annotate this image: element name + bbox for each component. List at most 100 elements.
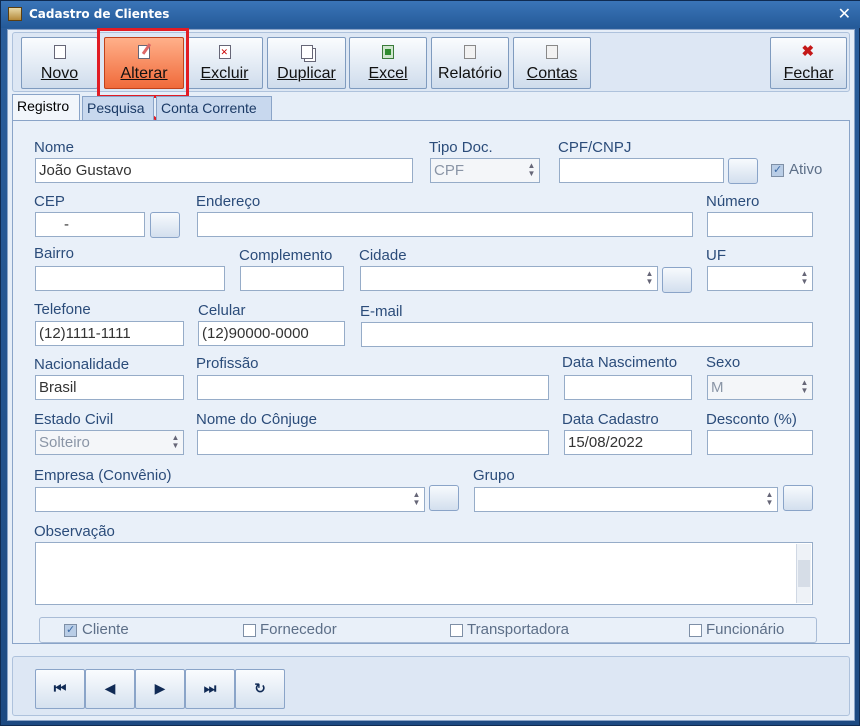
novo-label: Novo bbox=[40, 65, 79, 82]
cep-input[interactable]: - bbox=[35, 212, 145, 237]
grupo-label: Grupo bbox=[473, 467, 515, 484]
email-label: E-mail bbox=[360, 303, 403, 320]
telefone-label: Telefone bbox=[34, 301, 91, 318]
prev-icon: ◀ bbox=[104, 681, 116, 697]
excel-icon bbox=[382, 45, 394, 59]
desconto-label: Desconto (%) bbox=[706, 411, 797, 428]
cpf-cnpj-input[interactable] bbox=[559, 158, 724, 183]
sexo-select[interactable]: M ▲ ▼ bbox=[707, 375, 813, 400]
refresh-button[interactable]: ↻ bbox=[235, 669, 285, 709]
spinner-icon: ▲ ▼ bbox=[765, 490, 774, 507]
excel-button[interactable]: Excel bbox=[349, 37, 427, 89]
estado-civil-select[interactable]: Solteiro ▲ ▼ bbox=[35, 430, 184, 455]
profissao-input[interactable] bbox=[197, 375, 549, 400]
scrollbar-thumb[interactable] bbox=[798, 560, 810, 587]
first-icon: ⏮ bbox=[53, 681, 67, 697]
nome-conjuge-label: Nome do Cônjuge bbox=[196, 411, 317, 428]
copy-icon bbox=[300, 45, 313, 59]
uf-select[interactable]: ▲ ▼ bbox=[707, 266, 813, 291]
excluir-button[interactable]: Excluir bbox=[186, 37, 263, 89]
tab-pesquisa[interactable]: Pesquisa bbox=[82, 96, 154, 120]
tipo-doc-label: Tipo Doc. bbox=[429, 139, 493, 156]
fornecedor-checkbox[interactable] bbox=[243, 624, 256, 637]
bairro-input[interactable] bbox=[35, 266, 225, 291]
registro-panel: Nome João Gustavo Tipo Doc. CPF ▲ ▼ CPF/C… bbox=[12, 120, 850, 644]
scrollbar[interactable] bbox=[796, 544, 811, 603]
window-title: Cadastro de Clientes bbox=[29, 7, 170, 21]
sexo-label: Sexo bbox=[706, 354, 741, 371]
last-record-button[interactable]: ⏭ bbox=[185, 669, 235, 709]
app-icon bbox=[8, 7, 22, 21]
relatorio-button[interactable]: Relatório bbox=[431, 37, 509, 89]
contas-button[interactable]: Contas bbox=[513, 37, 591, 89]
close-icon: ✖ bbox=[801, 43, 815, 60]
cidade-lookup-button[interactable] bbox=[662, 267, 692, 293]
empresa-select[interactable]: ▲ ▼ bbox=[35, 487, 425, 512]
cep-label: CEP bbox=[34, 193, 65, 210]
report-icon bbox=[464, 45, 476, 59]
transportadora-checkbox[interactable] bbox=[450, 624, 463, 637]
observacao-textarea[interactable] bbox=[35, 542, 813, 605]
cliente-label: Cliente bbox=[82, 621, 129, 638]
grupo-lookup-button[interactable] bbox=[783, 485, 813, 511]
tab-conta-corrente[interactable]: Conta Corrente bbox=[156, 96, 272, 120]
estado-civil-label: Estado Civil bbox=[34, 411, 114, 428]
data-cadastro-label: Data Cadastro bbox=[562, 411, 659, 428]
first-record-button[interactable]: ⏮ bbox=[35, 669, 85, 709]
excel-label: Excel bbox=[368, 65, 408, 82]
nacionalidade-input[interactable]: Brasil bbox=[35, 375, 184, 400]
data-cadastro-input[interactable]: 15/08/2022 bbox=[564, 430, 692, 455]
telefone-input[interactable]: (12)1111-1111 bbox=[35, 321, 184, 346]
email-input[interactable] bbox=[361, 322, 813, 347]
desconto-input[interactable] bbox=[707, 430, 813, 455]
refresh-icon: ↻ bbox=[254, 681, 266, 697]
fornecedor-label: Fornecedor bbox=[260, 621, 337, 638]
next-icon: ▶ bbox=[154, 681, 166, 697]
endereco-input[interactable] bbox=[197, 212, 693, 237]
highlight-box bbox=[97, 28, 189, 98]
empresa-lookup-button[interactable] bbox=[429, 485, 459, 511]
transportadora-label: Transportadora bbox=[467, 621, 569, 638]
spinner-icon: ▲ ▼ bbox=[412, 490, 421, 507]
spinner-icon: ▲ ▼ bbox=[527, 161, 536, 178]
empresa-label: Empresa (Convênio) bbox=[34, 467, 172, 484]
fechar-label: Fechar bbox=[783, 65, 834, 82]
nome-label: Nome bbox=[34, 139, 75, 156]
profissao-label: Profissão bbox=[196, 355, 259, 372]
tab-registro[interactable]: Registro bbox=[12, 94, 80, 120]
contas-label: Contas bbox=[526, 65, 578, 82]
celular-label: Celular bbox=[198, 302, 246, 319]
tipo-doc-value: CPF bbox=[434, 162, 464, 179]
accounts-icon bbox=[546, 45, 558, 59]
next-record-button[interactable]: ▶ bbox=[135, 669, 185, 709]
sexo-value: M bbox=[711, 379, 724, 396]
cpf-lookup-button[interactable] bbox=[728, 158, 758, 184]
numero-input[interactable] bbox=[707, 212, 813, 237]
complemento-input[interactable] bbox=[240, 266, 344, 291]
spinner-icon: ▲ ▼ bbox=[800, 378, 809, 395]
nome-input[interactable]: João Gustavo bbox=[35, 158, 413, 183]
endereco-label: Endereço bbox=[196, 193, 261, 210]
complemento-label: Complemento bbox=[239, 247, 333, 264]
cep-lookup-button[interactable] bbox=[150, 212, 180, 238]
data-nascimento-input[interactable] bbox=[564, 375, 692, 400]
ativo-checkbox[interactable] bbox=[771, 163, 784, 177]
duplicar-button[interactable]: Duplicar bbox=[267, 37, 346, 89]
celular-input[interactable]: (12)90000-0000 bbox=[198, 321, 345, 346]
cidade-select[interactable]: ▲ ▼ bbox=[360, 266, 658, 291]
new-document-icon bbox=[53, 45, 66, 59]
excluir-label: Excluir bbox=[200, 65, 249, 82]
nome-conjuge-input[interactable] bbox=[197, 430, 549, 455]
novo-button[interactable]: Novo bbox=[21, 37, 98, 89]
cliente-checkbox[interactable] bbox=[64, 623, 77, 637]
cpf-cnpj-label: CPF/CNPJ bbox=[558, 139, 632, 156]
data-nascimento-label: Data Nascimento bbox=[562, 354, 678, 371]
prev-record-button[interactable]: ◀ bbox=[85, 669, 135, 709]
fechar-button[interactable]: ✖ Fechar bbox=[770, 37, 847, 89]
cidade-label: Cidade bbox=[359, 247, 407, 264]
estado-civil-value: Solteiro bbox=[39, 434, 90, 451]
tipo-doc-select[interactable]: CPF ▲ ▼ bbox=[430, 158, 540, 183]
window-close-icon[interactable]: ✕ bbox=[838, 4, 851, 23]
funcionario-checkbox[interactable] bbox=[689, 624, 702, 637]
grupo-select[interactable]: ▲ ▼ bbox=[474, 487, 778, 512]
